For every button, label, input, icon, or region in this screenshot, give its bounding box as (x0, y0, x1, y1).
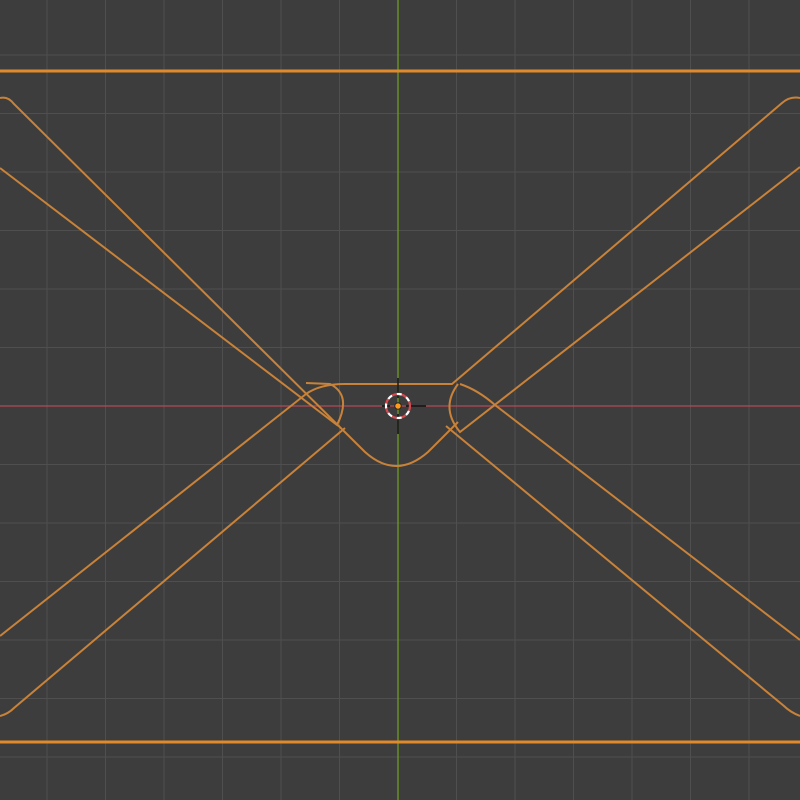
mesh-edge-upper-left-outer[interactable] (0, 96, 459, 467)
mesh-edge-upper-right-outer[interactable] (345, 96, 800, 385)
viewport-grid (0, 0, 800, 800)
mesh-edge-lower-right-inner[interactable] (445, 425, 800, 717)
mesh-edge-upper-right-inner[interactable] (448, 166, 800, 434)
mesh-edge-lower-left-inner[interactable] (0, 427, 346, 717)
mesh-edge-lower-left-outer[interactable] (0, 383, 346, 637)
object-origin-icon (394, 402, 402, 410)
viewport-canvas[interactable] (0, 0, 800, 800)
3d-viewport[interactable] (0, 0, 800, 800)
mesh-edge-upper-left-inner[interactable] (0, 167, 345, 427)
